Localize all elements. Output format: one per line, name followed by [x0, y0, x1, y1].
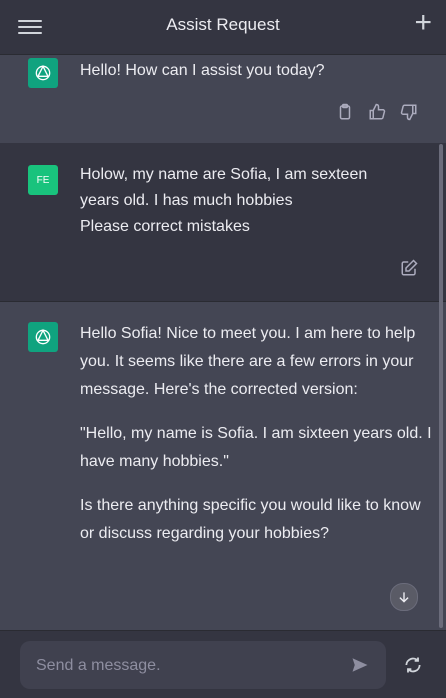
message-line: Holow, my name are Sofia, I am sexteen — [80, 166, 368, 183]
thumbs-up-icon[interactable] — [368, 103, 386, 121]
edit-icon[interactable] — [400, 259, 418, 277]
assistant-message: Hello Sofia! Nice to meet you. I am here… — [0, 302, 446, 630]
message-line: years old. I has much hobbies — [80, 192, 293, 209]
message-text: Holow, my name are Sofia, I am sexteen y… — [80, 162, 432, 240]
scrollbar[interactable] — [439, 144, 443, 628]
message-text: Hello! How can I assist you today? — [80, 62, 325, 79]
message-input[interactable] — [34, 641, 338, 691]
openai-logo-icon — [28, 58, 58, 88]
openai-logo-icon — [28, 322, 58, 352]
arrow-down-icon — [399, 592, 409, 603]
refresh-icon[interactable] — [403, 655, 423, 675]
app-header: Assist Request + — [0, 0, 446, 55]
plus-icon[interactable]: + — [414, 8, 432, 38]
send-icon[interactable] — [350, 656, 370, 674]
composer — [20, 641, 386, 691]
user-message: FE Holow, my name are Sofia, I am sextee… — [0, 144, 446, 302]
page-title: Assist Request — [166, 15, 280, 34]
message-paragraph: Hello Sofia! Nice to meet you. I am here… — [80, 325, 416, 398]
composer-bar — [0, 630, 446, 698]
scroll-down-button[interactable] — [390, 583, 418, 611]
message-paragraph: Is there anything specific you would lik… — [80, 497, 421, 542]
message-text: Hello Sofia! Nice to meet you. I am here… — [80, 320, 432, 548]
thumbs-down-icon[interactable] — [400, 103, 418, 121]
message-paragraph: "Hello, my name is Sofia. I am sixteen y… — [80, 425, 432, 470]
message-actions — [336, 103, 418, 121]
message-line: Please correct mistakes — [80, 218, 250, 235]
user-avatar: FE — [28, 165, 58, 195]
assistant-message: Hello! How can I assist you today? — [0, 55, 446, 143]
clipboard-icon[interactable] — [336, 103, 354, 121]
